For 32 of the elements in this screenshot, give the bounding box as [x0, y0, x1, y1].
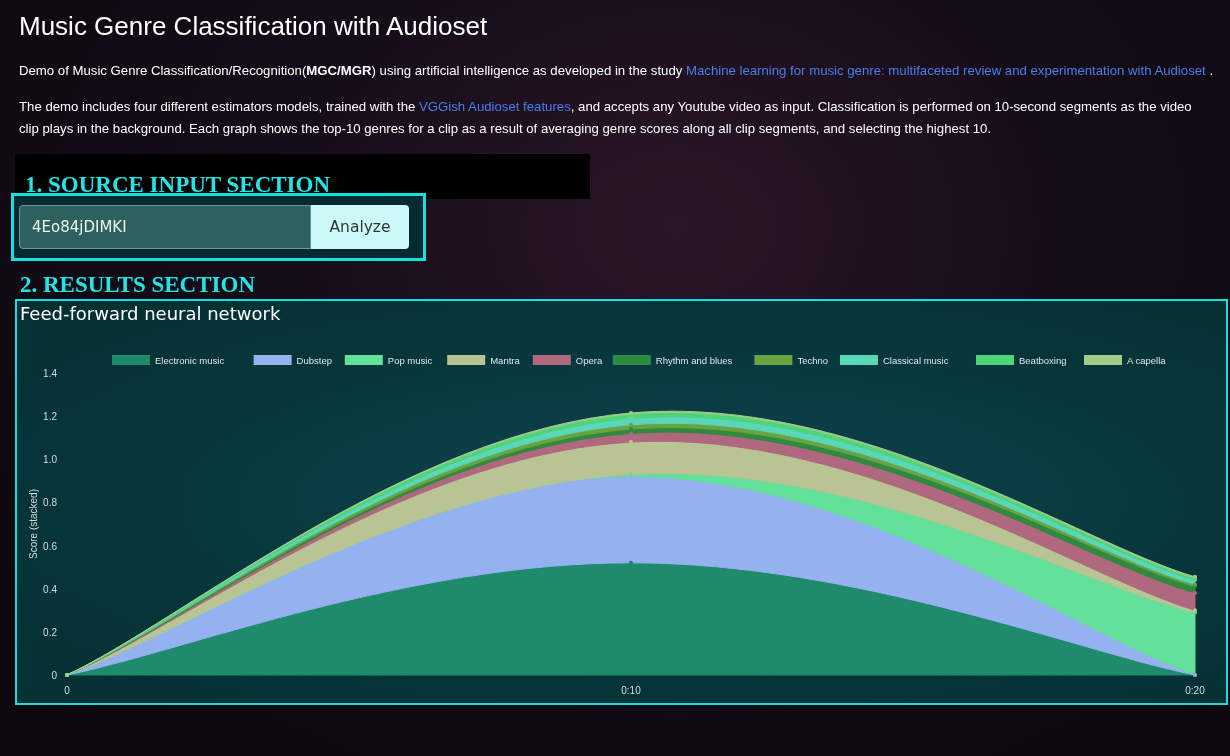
legend-label: Rhythm and blues — [655, 355, 733, 366]
legend-label: Dubstep — [296, 355, 332, 366]
y-tick-label: 1.0 — [43, 454, 57, 466]
legend-label: A capella — [1127, 355, 1166, 366]
legend-label: Beatboxing — [1019, 355, 1067, 366]
demo-paragraph: The demo includes four different estimators models, trained with the VGGish Audioset features, and accepts any Youtube video as input. Classification is performed on 10-second segments as the video clip plays in the background. Each graph shows the top-10 genres for a clip as a result of averaging genre scores along all clip segments, and selecting the highest 10. — [19, 98, 1193, 138]
intro-paragraph: Demo of Music Genre Classification/Recognition(MGC/MGR) using artificial intelligence as developed in the study Machine learning for music genre: multifaceted review and experimentation with Audioset . — [19, 62, 1214, 80]
x-tick-label: 0:20 — [1185, 685, 1205, 696]
y-tick-label: 0.2 — [43, 626, 57, 638]
x-tick-label: 0 — [64, 685, 70, 696]
y-tick-label: 0 — [51, 670, 57, 681]
x-tick-label: 0:10 — [621, 685, 641, 696]
panel-title: Feed-forward neural network — [19, 302, 282, 326]
legend-label: Electronic music — [155, 355, 225, 366]
study-link[interactable]: Machine learning for music genre: multifaceted review and experimentation with Audioset — [686, 63, 1206, 78]
analyze-button[interactable]: Analyze — [311, 205, 409, 249]
video-id-field[interactable]: 4Eo84jDIMKI — [19, 205, 311, 249]
legend-label: Classical music — [883, 355, 949, 366]
y-tick-label: 0.6 — [43, 540, 57, 552]
section-label: 1. SOURCE INPUT SECTION — [25, 171, 331, 199]
vggish-link[interactable]: VGGish Audioset features — [419, 99, 571, 114]
y-tick-label: 0.8 — [43, 497, 57, 509]
legend-label: Opera — [575, 355, 603, 366]
y-tick-label: 1.4 — [43, 368, 57, 379]
y-axis-title: Score (stacked) — [28, 489, 39, 559]
page-title: Music Genre Classification with Audioset — [19, 10, 489, 43]
legend-label: Pop music — [387, 355, 433, 366]
y-tick-label: 1.2 — [43, 411, 57, 423]
legend-label: Mantra — [490, 355, 520, 366]
section-label: 2. RESULTS SECTION — [20, 271, 256, 299]
y-tick-label: 0.4 — [43, 583, 57, 595]
legend-label: Techno — [797, 355, 829, 366]
